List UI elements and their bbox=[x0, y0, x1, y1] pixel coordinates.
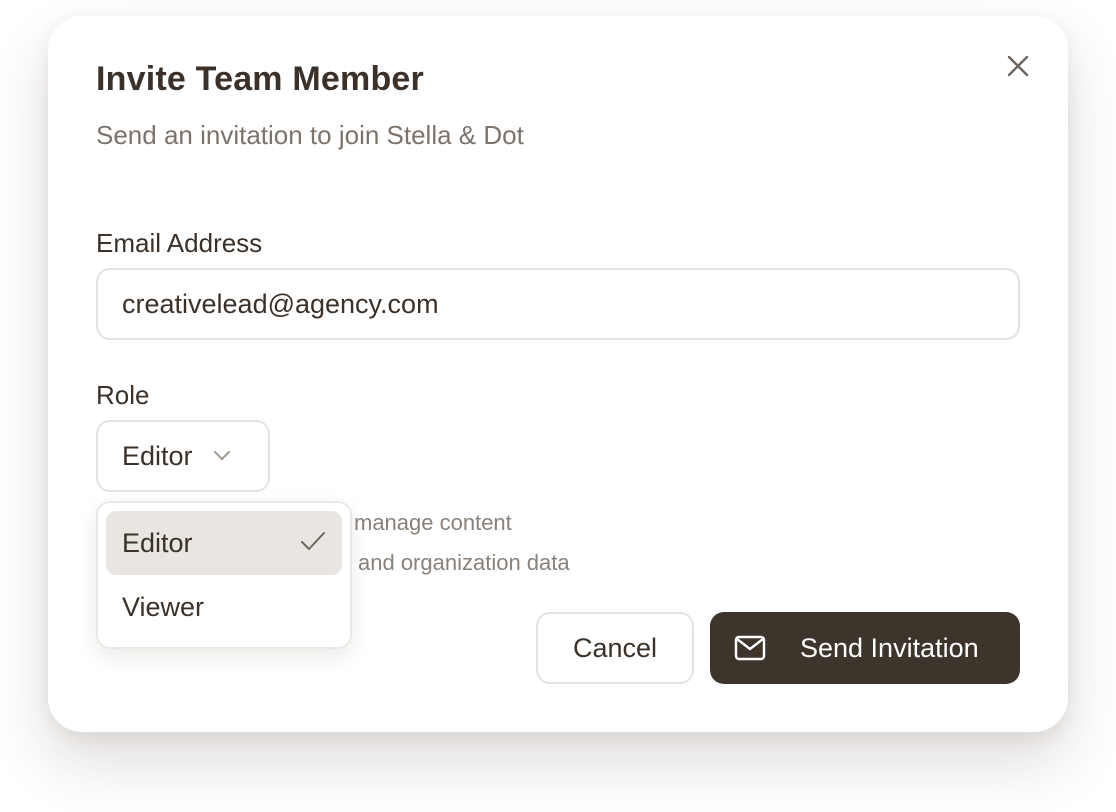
role-dropdown-menu: Editor Viewer bbox=[96, 501, 352, 649]
close-icon bbox=[1007, 55, 1029, 77]
dialog-subtitle: Send an invitation to join Stella & Dot bbox=[96, 120, 524, 150]
chevron-down-icon bbox=[213, 450, 231, 462]
mail-icon bbox=[734, 635, 766, 661]
send-invitation-button[interactable]: Send Invitation bbox=[710, 612, 1020, 684]
role-option-editor[interactable]: Editor bbox=[106, 511, 342, 575]
role-hint-viewer: and organization data bbox=[358, 550, 570, 575]
role-select-value: Editor bbox=[122, 440, 193, 471]
cancel-button[interactable]: Cancel bbox=[536, 612, 694, 684]
role-option-label: Viewer bbox=[122, 591, 205, 622]
role-option-label: Editor bbox=[122, 527, 193, 558]
dialog-title: Invite Team Member bbox=[96, 60, 424, 98]
close-button[interactable] bbox=[1000, 48, 1036, 84]
invite-dialog: Invite Team Member Send an invitation to… bbox=[48, 16, 1068, 732]
email-field[interactable] bbox=[96, 268, 1020, 340]
send-invitation-label: Send Invitation bbox=[800, 632, 979, 663]
email-label: Email Address bbox=[96, 228, 263, 258]
check-icon bbox=[301, 532, 325, 550]
role-option-viewer[interactable]: Viewer bbox=[106, 575, 342, 639]
role-hint-editor: manage content bbox=[354, 510, 512, 535]
role-label: Role bbox=[96, 380, 150, 410]
role-select[interactable]: Editor bbox=[96, 420, 270, 492]
